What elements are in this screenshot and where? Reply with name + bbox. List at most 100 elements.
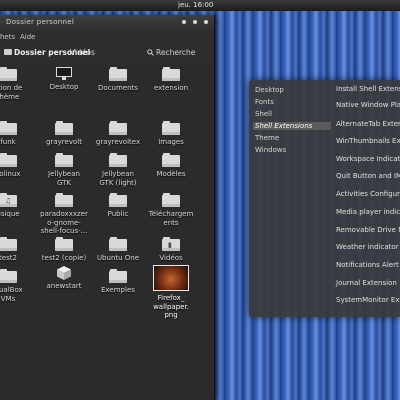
folder-icon [0, 269, 17, 283]
file-item[interactable]: Exemples [90, 269, 146, 295]
file-item[interactable]: Desktop [36, 67, 92, 92]
file-label: grayrevoltex [95, 138, 141, 146]
file-item[interactable]: Ubuntu One [90, 237, 146, 263]
file-grid: ation de thème Desktop Documents extensi… [0, 65, 214, 400]
extension-item[interactable]: WinThumbnails Ext [336, 137, 400, 145]
breadcrumb-videos[interactable]: Vidéos [70, 48, 95, 57]
file-item[interactable]: grayrevoltex [90, 121, 146, 147]
file-label: Téléchargem ents [148, 210, 194, 227]
category-shell-extensions[interactable]: Shell Extensions [253, 122, 331, 130]
file-label: Documents [98, 84, 138, 92]
file-label: extension [153, 84, 189, 92]
folder-icon [0, 121, 17, 135]
file-item[interactable]: Images [143, 121, 199, 147]
folder-icon [0, 237, 17, 251]
file-label: Desktop [49, 83, 79, 91]
category-desktop[interactable]: Desktop [255, 86, 284, 94]
maximize-icon[interactable] [193, 20, 197, 24]
file-item[interactable]: anewstart [36, 265, 92, 291]
file-label: funk [0, 138, 16, 146]
file-item[interactable]: solinux [0, 153, 36, 179]
minimize-icon[interactable] [182, 20, 186, 24]
folder-icon [162, 193, 180, 207]
monitor-icon [56, 67, 72, 80]
file-label: Public [107, 210, 129, 218]
category-shell[interactable]: Shell [255, 110, 272, 118]
title-bar[interactable]: Dossier personnel [0, 15, 214, 33]
extension-item[interactable]: Native Window Pla [336, 101, 400, 109]
file-item[interactable]: rtualBox VMs [0, 269, 36, 303]
file-manager-window: Dossier personnel hets Aide Dossier pers… [0, 15, 215, 400]
file-label: grayrevolt [46, 138, 82, 146]
file-item[interactable]: Public [90, 193, 146, 219]
folder-icon [55, 193, 73, 207]
file-item[interactable]: Jellybean GTK (light) [90, 153, 146, 187]
file-item[interactable]: funk [0, 121, 36, 147]
menu-bar: hets Aide [0, 33, 214, 45]
folder-icon [109, 153, 127, 167]
extension-item[interactable]: Quit Button and IM [336, 172, 400, 180]
search-button[interactable]: Recherche [147, 48, 195, 57]
file-label: ation de thème [0, 84, 23, 101]
tweak-tool-window: Desktop Fonts Shell Shell Extensions The… [249, 80, 400, 317]
top-panel: jeu. 16:00 [0, 0, 400, 11]
extension-item[interactable]: Install Shell Extension [336, 85, 400, 93]
search-label: Recherche [156, 48, 196, 57]
file-item[interactable]: Firefox_ wallpaper. png [143, 265, 199, 320]
category-fonts[interactable]: Fonts [255, 98, 274, 106]
file-label: test2 (copie) [41, 254, 87, 262]
extension-item[interactable]: Notifications Alert [336, 261, 399, 269]
category-theme[interactable]: Theme [255, 134, 279, 142]
extension-item[interactable]: Journal Extension [336, 279, 397, 287]
file-item[interactable]: extension [143, 67, 199, 93]
file-item[interactable]: test2 [0, 237, 36, 263]
file-label: rtualBox VMs [0, 286, 23, 303]
file-label: Modèles [156, 170, 186, 178]
close-icon[interactable] [204, 20, 208, 24]
file-item[interactable]: Téléchargem ents [143, 193, 199, 227]
extension-item[interactable]: Media player indica [336, 208, 400, 216]
folder-icon [109, 269, 127, 283]
file-item[interactable]: ♫ usique [0, 193, 36, 219]
image-thumbnail-icon [153, 265, 189, 291]
folder-icon [109, 193, 127, 207]
file-label: anewstart [46, 282, 82, 290]
folder-icon [0, 67, 17, 81]
music-folder-icon: ♫ [0, 193, 17, 207]
file-item[interactable]: grayrevolt [36, 121, 92, 147]
folder-icon [109, 237, 127, 251]
file-label: solinux [0, 170, 21, 178]
file-item[interactable]: ation de thème [0, 67, 36, 101]
file-label: Ubuntu One [96, 254, 140, 262]
file-item[interactable]: test2 (copie) [36, 237, 92, 263]
file-label: Exemples [101, 286, 135, 294]
extension-item[interactable]: SystemMonitor Exte [336, 296, 400, 304]
window-controls [182, 20, 208, 24]
extension-item[interactable]: Weather indicator [336, 243, 399, 251]
clock[interactable]: jeu. 16:00 [178, 0, 213, 11]
file-item[interactable]: Documents [90, 67, 146, 93]
video-folder-icon: ▮ [162, 237, 180, 251]
extension-item[interactable]: Workspace Indicato [336, 155, 400, 163]
folder-icon [162, 153, 180, 167]
folder-icon [162, 67, 180, 81]
menu-item-aide[interactable]: Aide [20, 33, 35, 41]
file-label: Jellybean GTK [48, 170, 80, 187]
file-label: test2 [0, 254, 17, 262]
extension-item[interactable]: Activities Configur [336, 190, 400, 198]
folder-icon [109, 67, 127, 81]
home-folder-icon [4, 49, 12, 55]
folder-icon [0, 153, 17, 167]
menu-item-signets[interactable]: hets [0, 33, 15, 41]
category-windows[interactable]: Windows [255, 146, 286, 154]
file-item[interactable]: Modèles [143, 153, 199, 179]
cube-icon [56, 265, 72, 280]
extension-item[interactable]: Removable Drive M [336, 226, 400, 234]
search-icon [147, 49, 154, 56]
extension-item[interactable]: AlternateTab Exter [336, 120, 400, 128]
file-item[interactable]: ▮ Vidéos [143, 237, 199, 263]
file-item[interactable]: paradoxxxzer o-gnome- shell-focus-... [36, 193, 92, 236]
location-bar: Dossier personnel Vidéos Recherche [0, 46, 214, 64]
file-item[interactable]: Jellybean GTK [36, 153, 92, 187]
file-label: Jellybean GTK (light) [99, 170, 137, 187]
